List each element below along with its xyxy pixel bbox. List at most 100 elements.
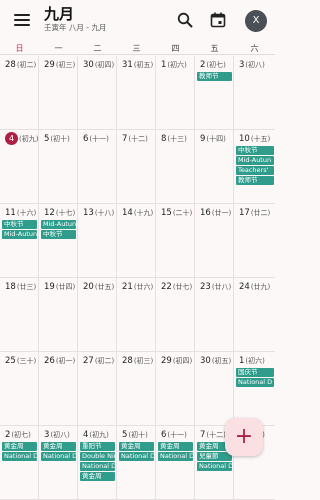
day-cell[interactable]: 3(初八) [234,56,275,130]
day-cell[interactable]: 3(初八) 黄金周 National D [39,426,78,500]
lunar-date: (十五) [250,135,271,143]
weekday-label: 五 [210,44,219,53]
day-cell[interactable]: 16(廿一) [195,204,234,278]
day-cell[interactable]: 30(初五) [195,352,234,426]
day-cell[interactable]: 5(初十) [39,130,78,204]
lunar-date: (初六) [167,61,187,69]
day-cell[interactable]: 26(初一) [39,352,78,426]
day-label: 24(廿九) [239,282,270,292]
event-chip[interactable]: 黄金周 [119,442,154,451]
day-cell[interactable]: 9(十四) [195,130,234,204]
day-cell[interactable]: 21(廿六) [117,278,156,352]
event-chip[interactable]: 兒童節 [197,452,232,461]
day-cell[interactable]: 22(廿七) [156,278,195,352]
event-chip[interactable]: 教师节 [236,176,274,185]
lunar-date: (初七) [206,61,226,69]
event-chip[interactable]: National D [158,452,193,461]
day-label: 29(初四) [161,356,192,366]
day-cell[interactable]: 13(十八) [78,204,117,278]
day-cell[interactable]: 1(初六) [156,56,195,130]
day-cell[interactable]: 27(初二) [78,352,117,426]
event-chip[interactable]: 中秋节 [236,146,274,155]
search-icon[interactable] [176,11,194,29]
event-chip[interactable]: 国庆节 [236,368,274,377]
day-cell[interactable]: 15(二十) [156,204,195,278]
day-label: 12(十七) [44,208,75,218]
lunar-date: (初九) [19,135,39,143]
day-number: 8 [161,134,167,144]
day-number: 2 [5,430,11,440]
lunar-date: (初九) [89,431,109,439]
event-chip[interactable]: Teachers' [236,166,274,175]
event-chip[interactable]: 黄金周 [41,442,76,451]
event-chip[interactable]: Mid-Autun [236,156,274,165]
day-cell[interactable]: 14(十九) [117,204,156,278]
day-cell[interactable]: 11(十六) 中秋节 Mid-Autun [0,204,39,278]
day-cell[interactable]: 25(三十) [0,352,39,426]
day-cell[interactable]: 6(十一) 黄金周 National D [156,426,195,500]
event-chip[interactable]: 黄金周 [80,472,115,481]
event-chip[interactable]: National D [80,462,115,471]
day-cell[interactable]: 24(廿九) [234,278,275,352]
lunar-date: (十二) [128,135,148,143]
event-chip[interactable]: National D [197,462,232,471]
lunar-date: (廿九) [250,283,271,291]
day-cell[interactable]: 10(十五) 中秋节 Mid-Autun Teachers' 教师节 [234,130,275,204]
event-chip[interactable]: 中秋节 [41,230,76,239]
day-cell[interactable]: 6(十一) [78,130,117,204]
day-cell[interactable]: 1(初六) 国庆节 National D [234,352,275,426]
event-chip[interactable]: National D [41,452,76,461]
day-cell[interactable]: 29(初四) [156,352,195,426]
day-cell[interactable]: 17(廿二) [234,204,275,278]
lunar-date: (初七) [11,431,31,439]
day-cell[interactable]: 19(廿四) [39,278,78,352]
add-event-button[interactable]: + [225,418,263,456]
event-chip[interactable]: 中秋节 [2,220,37,229]
day-label: 2(初七) [5,430,31,440]
event-chip[interactable]: 教师节 [197,72,232,81]
event-chip[interactable]: Mid-Autun [41,220,76,229]
day-number: 1 [239,356,245,366]
day-number: 3 [44,430,50,440]
day-label: 7(十二) [200,430,226,440]
lunar-date: (廿五) [94,283,115,291]
day-label: 11(十六) [5,208,36,218]
event-chip[interactable]: National D [236,378,274,387]
lunar-date: (初三) [133,357,154,365]
event-chip[interactable]: Double Nin [80,452,115,461]
day-cell[interactable]: 4(初九) 重阳节 Double Nin National D 黄金周 [78,426,117,500]
day-cell[interactable]: 2(初七) 黄金周 National D [0,426,39,500]
event-chip[interactable]: National D [119,452,154,461]
weekday-label: 四 [171,44,180,53]
weekday-label: 一 [54,44,63,53]
day-label: 6(十一) [83,134,109,144]
day-cell[interactable]: 23(廿八) [195,278,234,352]
calendar-today-icon[interactable] [209,11,227,29]
event-chip[interactable]: National D [2,452,37,461]
lunar-date: (初四) [94,61,115,69]
day-cell[interactable]: 5(初十) 黄金周 National D [117,426,156,500]
day-cell[interactable]: 7(十二) [117,130,156,204]
day-number: 23 [200,282,211,292]
event-chip[interactable]: 重阳节 [80,442,115,451]
day-cell[interactable]: 18(廿三) [0,278,39,352]
lunar-date: (廿二) [250,209,271,217]
avatar[interactable]: X [245,10,267,32]
day-label: 27(初二) [83,356,114,366]
day-cell[interactable]: 28(初三) [117,352,156,426]
event-chip[interactable]: 黄金周 [2,442,37,451]
day-cell[interactable]: 4 (初九) [0,130,39,204]
day-cell[interactable]: 28(初二) [0,56,39,130]
day-cell[interactable]: 12(十七) Mid-Autun 中秋节 [39,204,78,278]
day-cell[interactable]: 8(十三) [156,130,195,204]
event-chip[interactable]: Mid-Autun [2,230,37,239]
day-cell[interactable]: 29(初三) [39,56,78,130]
day-number: 28 [122,356,133,366]
day-cell[interactable]: 31(初五) [117,56,156,130]
day-label: 8(十三) [161,134,187,144]
day-cell[interactable]: 2(初七) 教师节 [195,56,234,130]
day-cell[interactable]: 20(廿五) [78,278,117,352]
day-cell[interactable]: 30(初四) [78,56,117,130]
event-chip[interactable]: 黄金周 [158,442,193,451]
menu-icon[interactable] [14,14,30,27]
